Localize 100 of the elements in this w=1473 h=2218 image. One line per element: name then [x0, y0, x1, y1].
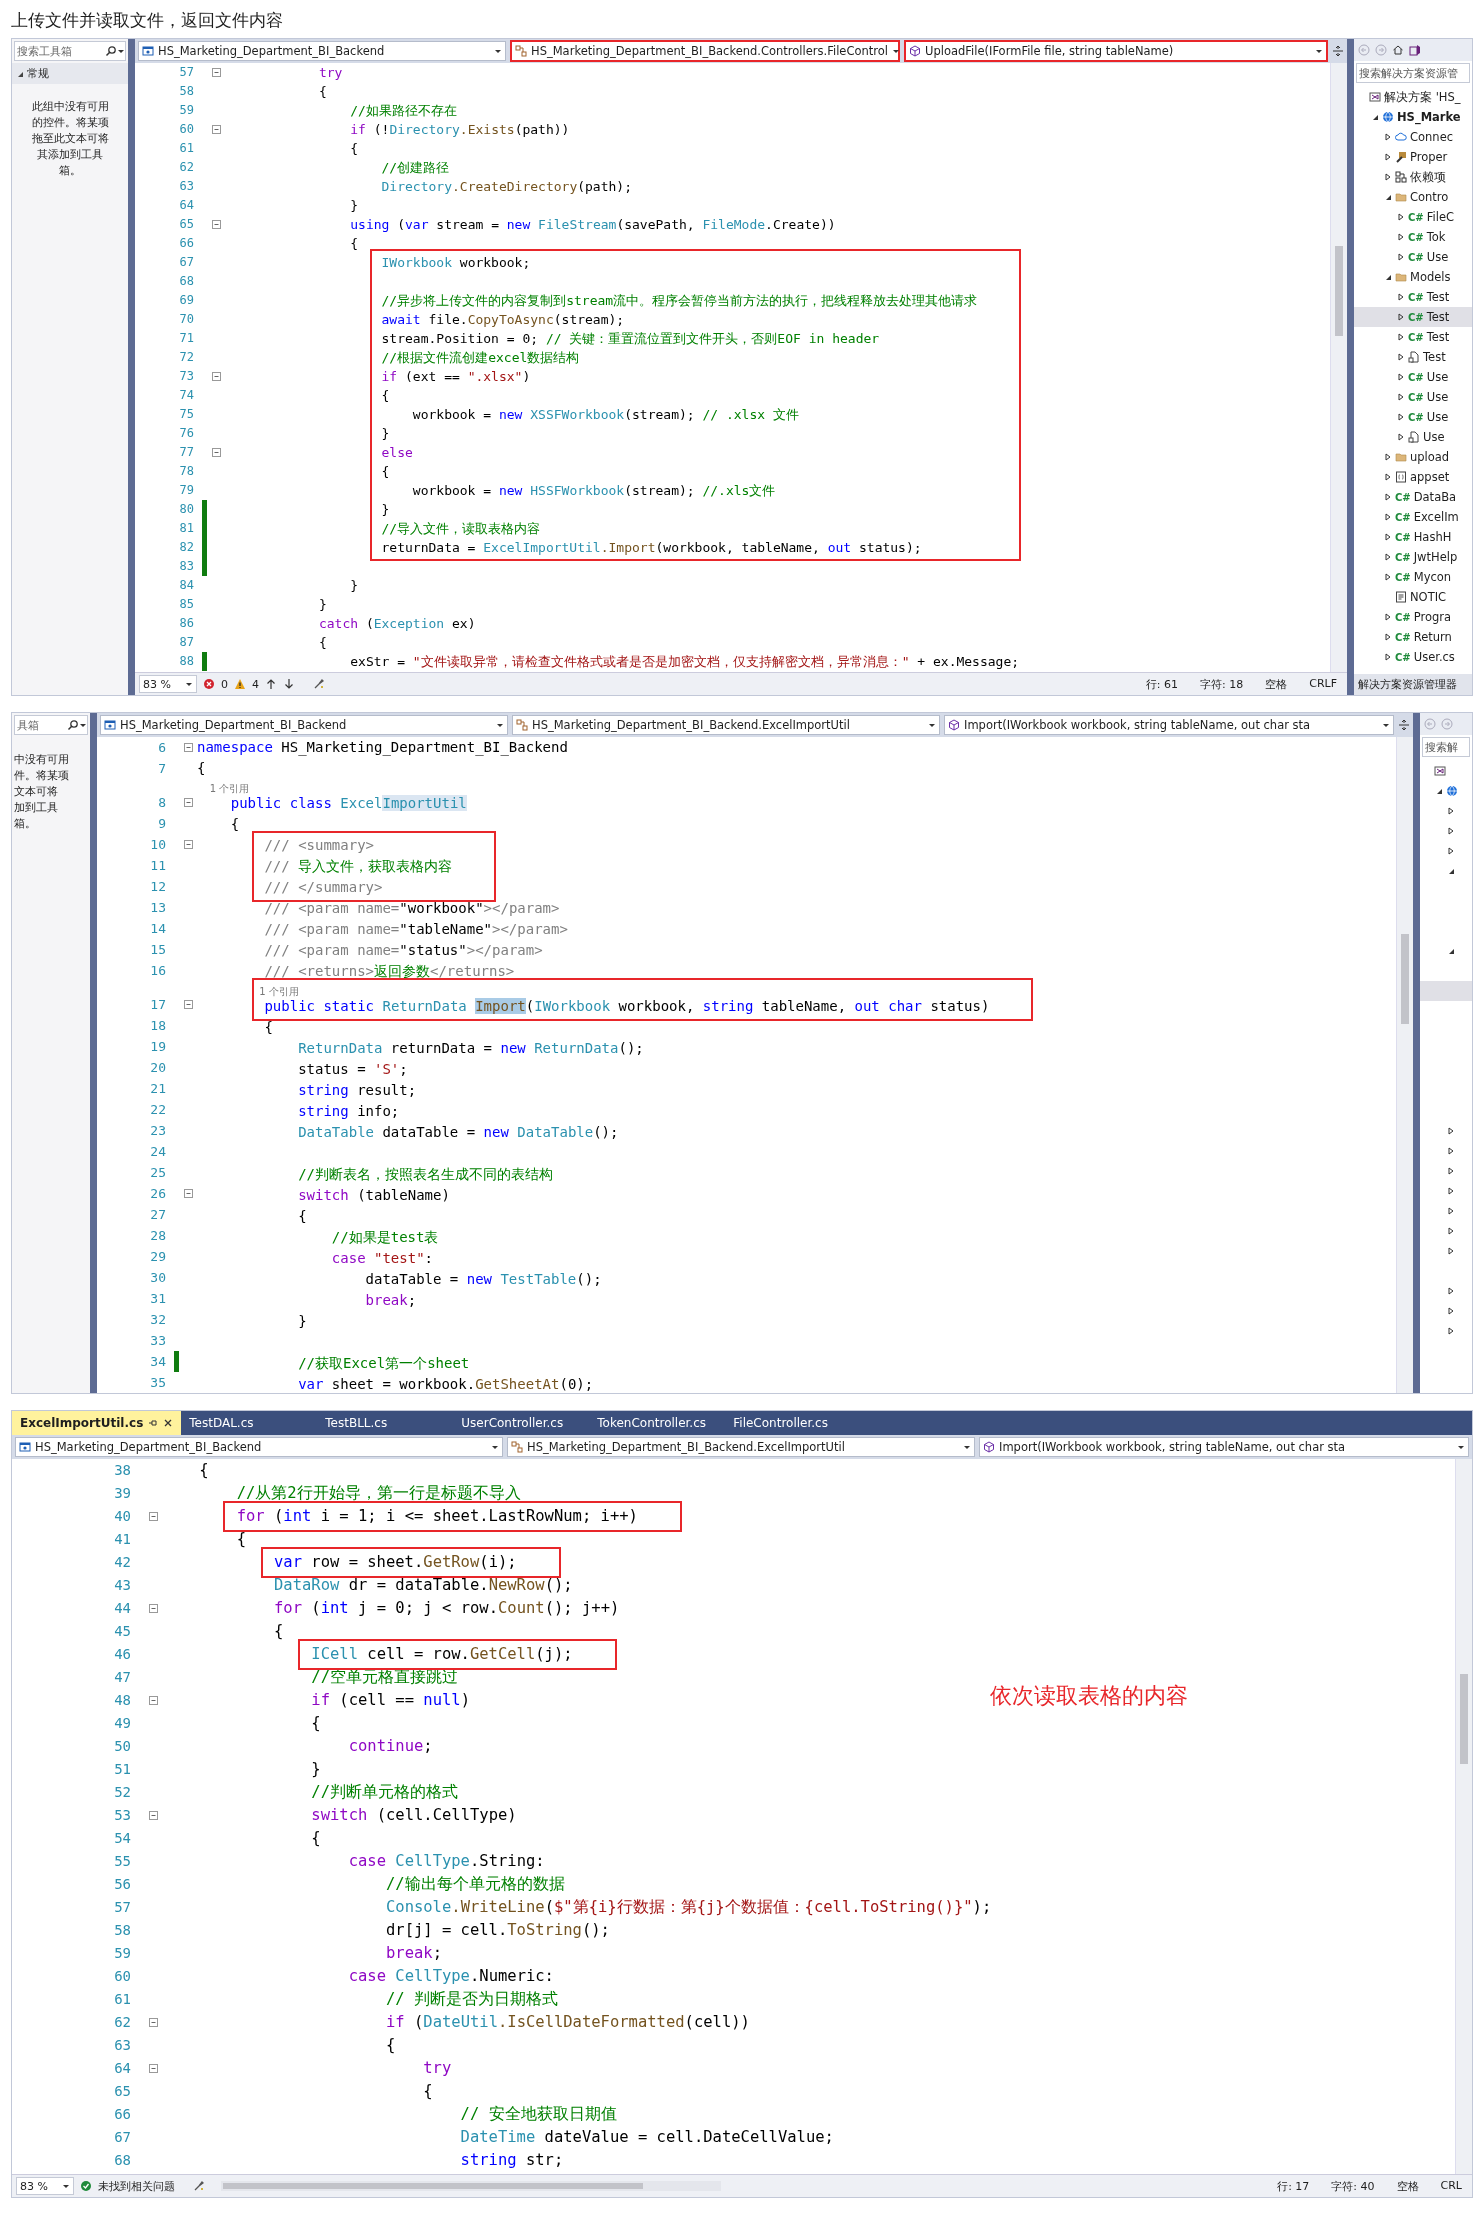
caret-icon[interactable] — [1457, 1443, 1465, 1451]
collapse-icon[interactable] — [183, 1189, 193, 1198]
nav-dropdown[interactable]: HS_Marketing_Department_BI_Backend.ExcelImportUtil — [507, 1437, 975, 1457]
tree-arrow-icon[interactable] — [1384, 193, 1392, 201]
switch-view-icon[interactable] — [1409, 44, 1421, 56]
tree-arrow-icon[interactable] — [1384, 633, 1392, 641]
tree-arrow-icon[interactable] — [1447, 1247, 1455, 1255]
file-tab[interactable]: ExcelImportUtil.cs — [12, 1411, 182, 1435]
collapse-icon[interactable] — [183, 798, 193, 807]
tree-item[interactable]: Use — [1354, 427, 1472, 447]
caret-icon[interactable] — [1315, 47, 1323, 55]
tree-arrow-icon[interactable] — [1384, 573, 1392, 581]
reference-count[interactable]: 1 个引用 — [197, 783, 250, 794]
search-field[interactable]: 搜索工具箱 — [14, 41, 126, 61]
down-arrow-icon[interactable] — [282, 678, 295, 690]
close-icon[interactable] — [163, 1418, 174, 1428]
tree-item[interactable]: Test — [1354, 347, 1472, 367]
search-field[interactable]: 搜索解决方案资源管 — [1356, 63, 1470, 83]
tree-item[interactable]: C# FileC — [1354, 207, 1472, 227]
tree-item[interactable]: C# ExcelIm — [1354, 507, 1472, 527]
tree-item[interactable]: C# Use — [1354, 247, 1472, 267]
tree-arrow-icon[interactable] — [1397, 353, 1405, 361]
tree-item[interactable]: Connec — [1354, 127, 1472, 147]
tree-item[interactable]: C# HashH — [1354, 527, 1472, 547]
tree-arrow-icon[interactable] — [1447, 1127, 1455, 1135]
pin-icon[interactable] — [148, 1418, 159, 1428]
tree-item[interactable]: appset — [1354, 467, 1472, 487]
nav-dropdown[interactable]: HS_Marketing_Department_BI_Backend — [15, 1437, 503, 1457]
tree-arrow-icon[interactable] — [1397, 313, 1405, 321]
tree-arrow-icon[interactable] — [1371, 113, 1379, 121]
collapse-icon[interactable] — [148, 1512, 158, 1521]
split-icon[interactable] — [1398, 719, 1410, 731]
caret-icon[interactable] — [184, 680, 193, 688]
tree-arrow-icon[interactable] — [1447, 1167, 1455, 1175]
caret-icon[interactable] — [117, 47, 125, 55]
tree-arrow-icon[interactable] — [1447, 1147, 1455, 1155]
nav-dropdown[interactable]: UploadFile(IFormFile file, string tableName) — [904, 40, 1328, 62]
home-icon[interactable] — [1392, 44, 1404, 56]
status-item[interactable]: 空格 — [1396, 2178, 1419, 2194]
tree-arrow-icon[interactable] — [1447, 1187, 1455, 1195]
tree-item[interactable]: 依赖项 — [1354, 167, 1472, 187]
tree-arrow-icon[interactable] — [1447, 867, 1455, 875]
tree-arrow-icon[interactable] — [1397, 373, 1405, 381]
collapse-icon[interactable] — [183, 1000, 193, 1009]
collapse-icon[interactable] — [183, 743, 193, 752]
tree-item[interactable]: C# User.cs — [1354, 647, 1472, 667]
status-item[interactable]: 空格 — [1265, 676, 1288, 692]
file-tab[interactable]: UserController.cs — [453, 1411, 590, 1435]
tree-arrow-icon[interactable] — [1397, 253, 1405, 261]
tree-item[interactable]: upload — [1354, 447, 1472, 467]
nav-dropdown[interactable]: Import(IWorkbook workbook, string tableName, out char sta — [979, 1437, 1469, 1457]
status-item[interactable]: CRL — [1440, 2178, 1462, 2194]
status-item[interactable]: 字符: 40 — [1331, 2178, 1375, 2194]
collapse-icon[interactable] — [148, 1811, 158, 1820]
tree-arrow-icon[interactable] — [1397, 333, 1405, 341]
nav-dropdown[interactable]: HS_Marketing_Department_BI_Backend.ExcelImportUtil — [512, 715, 940, 735]
scrollbar[interactable] — [1330, 63, 1347, 672]
tree-item[interactable]: Models — [1354, 267, 1472, 287]
error-icon[interactable] — [202, 678, 215, 690]
tree-arrow-icon[interactable] — [1447, 947, 1455, 955]
nav-dropdown[interactable]: HS_Marketing_Department_BI_Backend — [138, 41, 506, 61]
tree-item[interactable]: C# Tok — [1354, 227, 1472, 247]
status-item[interactable]: 行: 17 — [1277, 2178, 1310, 2194]
nav-dropdown[interactable]: HS_Marketing_Department_BI_Backend.Controllers.FileControl — [510, 40, 900, 62]
tree-arrow-icon[interactable] — [1447, 1207, 1455, 1215]
tree-item[interactable]: NOTIC — [1354, 587, 1472, 607]
collapse-icon[interactable] — [148, 2064, 158, 2073]
collapse-icon[interactable] — [211, 448, 221, 457]
tree-arrow-icon[interactable] — [1447, 1287, 1455, 1295]
search-field[interactable]: 搜索解 — [1422, 737, 1470, 757]
tree-item[interactable]: C# Use — [1354, 407, 1472, 427]
status-item[interactable]: 字符: 18 — [1200, 676, 1244, 692]
zoom-dropdown[interactable]: 83 % — [139, 675, 197, 693]
collapse-icon[interactable] — [183, 840, 193, 849]
tree-arrow-icon[interactable] — [1384, 553, 1392, 561]
split-icon[interactable] — [1332, 45, 1344, 57]
scrollbar[interactable] — [1396, 737, 1413, 1393]
tree-arrow-icon[interactable] — [1447, 847, 1455, 855]
file-tab[interactable]: TestDAL.cs — [181, 1411, 318, 1435]
collapse-icon[interactable] — [148, 1604, 158, 1613]
caret-icon[interactable] — [928, 721, 936, 729]
tree-item[interactable]: Proper — [1354, 147, 1472, 167]
search-icon[interactable] — [105, 45, 117, 57]
caret-icon[interactable] — [491, 1443, 499, 1451]
tree-item[interactable]: C# Use — [1354, 387, 1472, 407]
tree-arrow-icon[interactable] — [1447, 1327, 1455, 1335]
collapse-icon[interactable] — [148, 1696, 158, 1705]
search-input[interactable]: 搜索工具箱 — [15, 44, 105, 58]
reference-count[interactable]: 1 个引用 — [256, 986, 299, 997]
tree-arrow-icon[interactable] — [1384, 133, 1392, 141]
collapse-icon[interactable] — [211, 68, 221, 77]
collapse-icon[interactable] — [211, 372, 221, 381]
search-input[interactable]: 具箱 — [15, 718, 67, 732]
tree-arrow-icon[interactable] — [1397, 433, 1405, 441]
tree-arrow-icon[interactable] — [1447, 807, 1455, 815]
tree-arrow-icon[interactable] — [1447, 1307, 1455, 1315]
tree-item[interactable]: C# DataBa — [1354, 487, 1472, 507]
brush-icon[interactable] — [312, 678, 325, 690]
caret-icon[interactable] — [496, 721, 504, 729]
tree-arrow-icon[interactable] — [1384, 513, 1392, 521]
